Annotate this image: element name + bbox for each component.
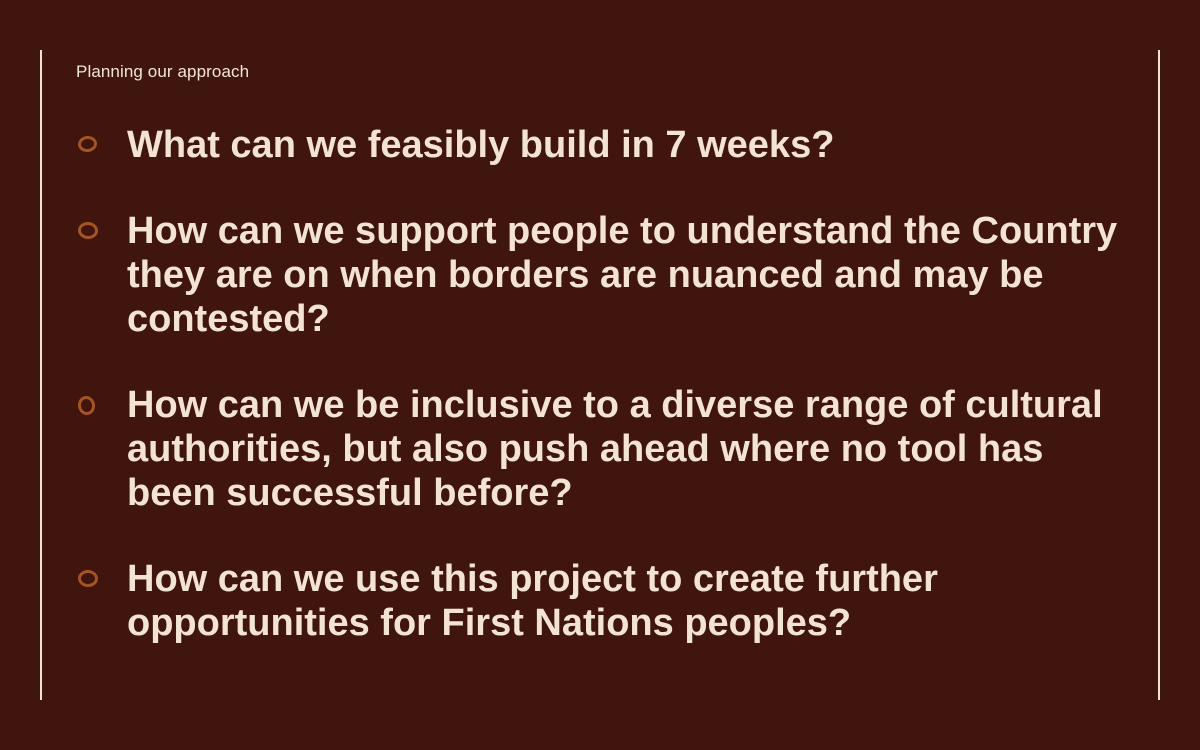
question-text: How can we use this project to create fu…	[127, 558, 938, 644]
slide-eyebrow: Planning our approach	[76, 62, 250, 81]
right-divider	[1158, 50, 1160, 700]
question-item-4: How can we use this project to create fu…	[76, 557, 1126, 645]
question-item-1: What can we feasibly build in 7 weeks?	[76, 123, 1126, 167]
hand-drawn-circle-icon	[77, 569, 99, 588]
question-list: What can we feasibly build in 7 weeks? H…	[76, 123, 1126, 687]
question-text: How can we support people to understand …	[127, 210, 1118, 340]
hand-drawn-circle-icon	[76, 394, 97, 417]
question-text: How can we be inclusive to a diverse ran…	[127, 384, 1103, 514]
left-divider	[40, 50, 42, 700]
hand-drawn-circle-icon	[77, 221, 99, 240]
hand-drawn-circle-icon	[77, 135, 98, 153]
question-item-3: How can we be inclusive to a diverse ran…	[76, 383, 1126, 515]
question-text: What can we feasibly build in 7 weeks?	[127, 124, 835, 166]
question-item-2: How can we support people to understand …	[76, 209, 1126, 341]
